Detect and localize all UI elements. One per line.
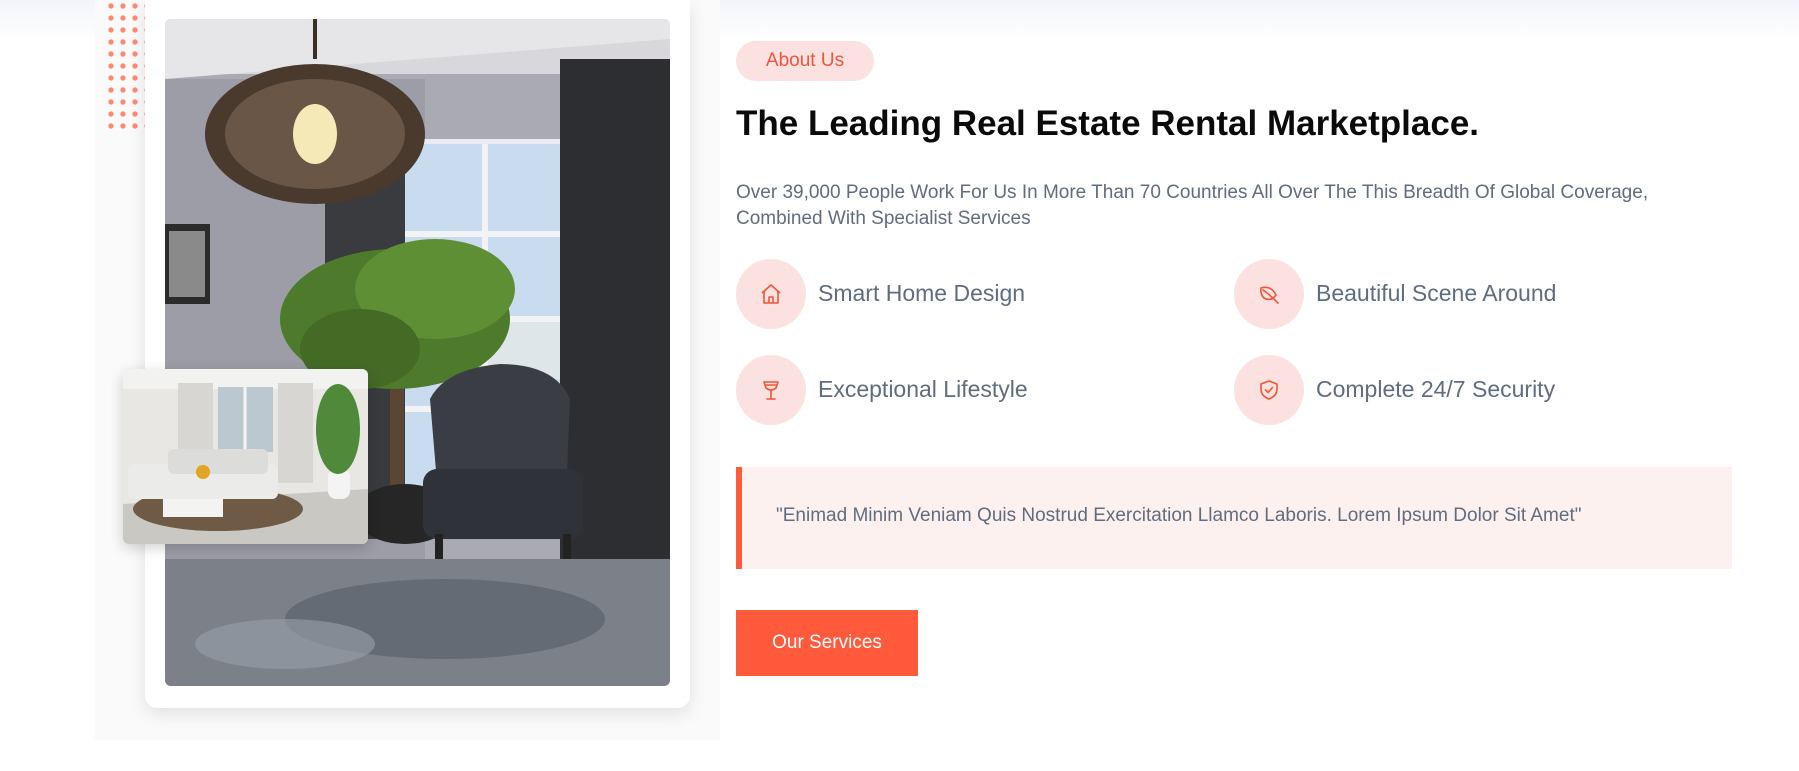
feature-icon-circle xyxy=(736,355,806,425)
our-services-button[interactable]: Our Services xyxy=(736,610,918,676)
feature-icon-circle xyxy=(1234,355,1304,425)
shield-check-icon xyxy=(1260,380,1278,400)
feature-beautiful-scene: Beautiful Scene Around xyxy=(1234,259,1634,329)
feature-exceptional-lifestyle: Exceptional Lifestyle xyxy=(736,355,1136,425)
about-badge: About Us xyxy=(736,41,874,81)
inset-living-room-photo xyxy=(123,369,368,544)
section-description: Over 39,000 People Work For Us In More T… xyxy=(736,182,1649,229)
leaf-icon xyxy=(1260,286,1279,304)
quote-text: "Enimad Minim Veniam Quis Nostrud Exerci… xyxy=(776,505,1582,526)
feature-security: Complete 24/7 Security xyxy=(1234,355,1634,425)
living-room-photo xyxy=(165,19,670,686)
feature-label: Exceptional Lifestyle xyxy=(818,376,1028,402)
feature-label: Smart Home Design xyxy=(818,280,1026,306)
quote-block: "Enimad Minim Veniam Quis Nostrud Exerci… xyxy=(736,467,1732,569)
feature-icon-circle xyxy=(736,259,806,329)
feature-label: Beautiful Scene Around xyxy=(1316,280,1557,306)
feature-icon-circle xyxy=(1234,259,1304,329)
feature-smart-home: Smart Home Design xyxy=(736,259,1136,329)
cocktail-glass-icon xyxy=(763,381,779,400)
home-icon xyxy=(761,284,781,304)
about-section: About Us The Leading Real Estate Rental … xyxy=(736,0,1736,771)
section-heading: The Leading Real Estate Rental Marketpla… xyxy=(736,104,1480,143)
feature-label: Complete 24/7 Security xyxy=(1316,376,1556,402)
